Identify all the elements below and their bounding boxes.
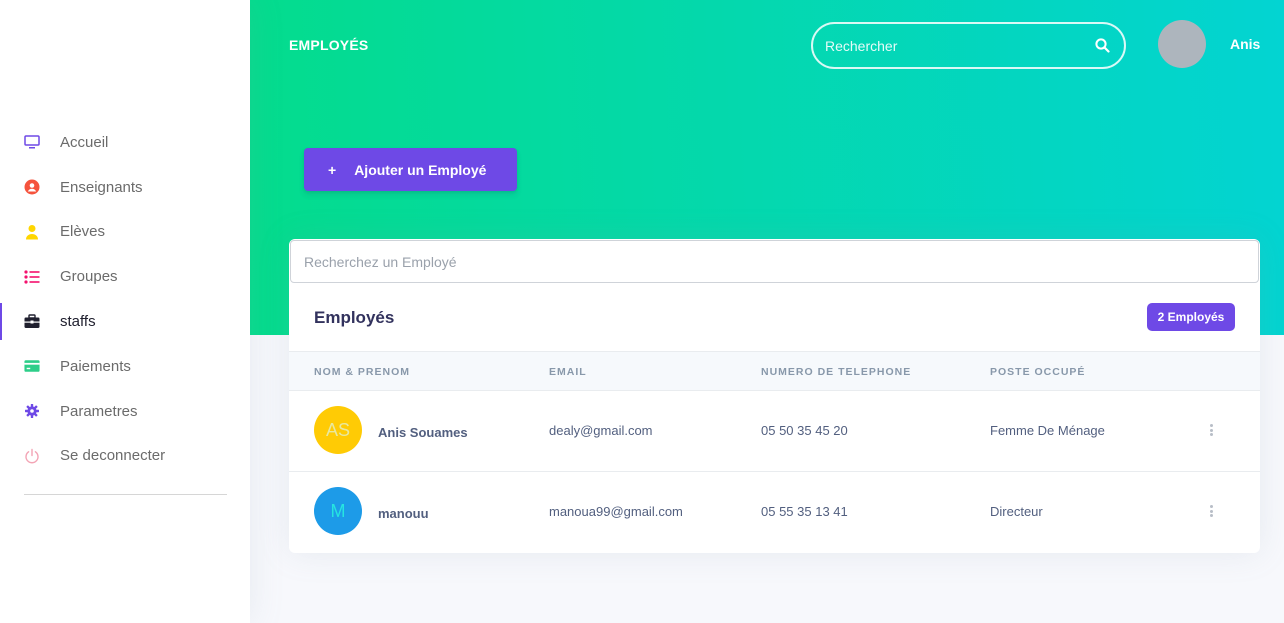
sidebar-item-label: Accueil — [60, 133, 109, 151]
sidebar-nav: Accueil Enseignants Elèves Groupes staff… — [0, 120, 250, 478]
user-icon — [24, 224, 40, 240]
sidebar-item-parametres[interactable]: Parametres — [0, 389, 250, 434]
sidebar-item-paiements[interactable]: Paiements — [0, 344, 250, 389]
monitor-icon — [24, 134, 40, 150]
card-title: Employés — [314, 308, 395, 327]
column-header-poste[interactable]: POSTE OCCUPÉ — [990, 366, 1085, 378]
avatar: M — [314, 487, 362, 535]
employee-phone: 05 55 35 13 41 — [761, 504, 848, 519]
employee-poste: Directeur — [990, 504, 1043, 519]
employee-name: Anis Souames — [378, 425, 468, 440]
sidebar-item-eleves[interactable]: Elèves — [0, 210, 250, 255]
employee-poste: Femme De Ménage — [990, 423, 1105, 438]
more-options-icon[interactable] — [1206, 422, 1216, 438]
table-row: AS Anis Souames dealy@gmail.com 05 50 35… — [289, 391, 1260, 472]
sidebar-divider — [24, 494, 227, 495]
header-search — [811, 22, 1126, 69]
employees-card: Employés 2 Employés NOM & PRENOM EMAIL N… — [289, 239, 1260, 553]
table-header: NOM & PRENOM EMAIL NUMERO DE TELEPHONE P… — [289, 351, 1260, 391]
sidebar-item-se-deconnecter[interactable]: Se deconnecter — [0, 434, 250, 479]
sidebar-item-staffs[interactable]: staffs — [0, 299, 250, 344]
sidebar-item-label: Groupes — [60, 268, 118, 286]
sidebar-item-label: Elèves — [60, 223, 106, 241]
employee-phone: 05 50 35 45 20 — [761, 423, 848, 438]
employee-search-input[interactable] — [290, 240, 1259, 283]
user-circle-icon — [24, 179, 40, 195]
sidebar-item-groupes[interactable]: Groupes — [0, 254, 250, 299]
plus-icon: + — [328, 161, 337, 178]
sidebar-item-label: Se deconnecter — [60, 447, 166, 465]
more-options-icon[interactable] — [1206, 503, 1216, 519]
page-title: EMPLOYÉS — [289, 37, 369, 53]
user-name[interactable]: Anis — [1230, 36, 1260, 52]
briefcase-icon — [24, 314, 40, 330]
sidebar-item-label: Parametres — [60, 402, 138, 420]
sidebar-item-label: staffs — [60, 313, 96, 331]
employee-email: manoua99@gmail.com — [549, 504, 683, 519]
avatar[interactable] — [1158, 20, 1206, 68]
count-badge: 2 Employés — [1147, 303, 1235, 331]
employee-name: manouu — [378, 506, 429, 521]
sidebar-item-enseignants[interactable]: Enseignants — [0, 165, 250, 210]
credit-card-icon — [24, 358, 40, 374]
sidebar-item-label: Paiements — [60, 357, 131, 375]
employee-email: dealy@gmail.com — [549, 423, 653, 438]
power-icon — [24, 448, 40, 464]
sidebar-item-accueil[interactable]: Accueil — [0, 120, 250, 165]
add-employee-label: Ajouter un Employé — [354, 161, 487, 178]
sidebar-item-label: Enseignants — [60, 178, 143, 196]
gear-icon — [24, 403, 40, 419]
column-header-telephone[interactable]: NUMERO DE TELEPHONE — [761, 366, 911, 378]
sidebar: Accueil Enseignants Elèves Groupes staff… — [0, 0, 250, 623]
table-row: M manouu manoua99@gmail.com 05 55 35 13 … — [289, 472, 1260, 553]
list-icon — [24, 269, 40, 285]
search-input[interactable] — [825, 37, 1075, 54]
search-icon[interactable] — [1095, 38, 1110, 58]
column-header-nom[interactable]: NOM & PRENOM — [314, 366, 410, 378]
column-header-email[interactable]: EMAIL — [549, 366, 587, 378]
add-employee-button[interactable]: + Ajouter un Employé — [304, 148, 517, 191]
avatar: AS — [314, 406, 362, 454]
